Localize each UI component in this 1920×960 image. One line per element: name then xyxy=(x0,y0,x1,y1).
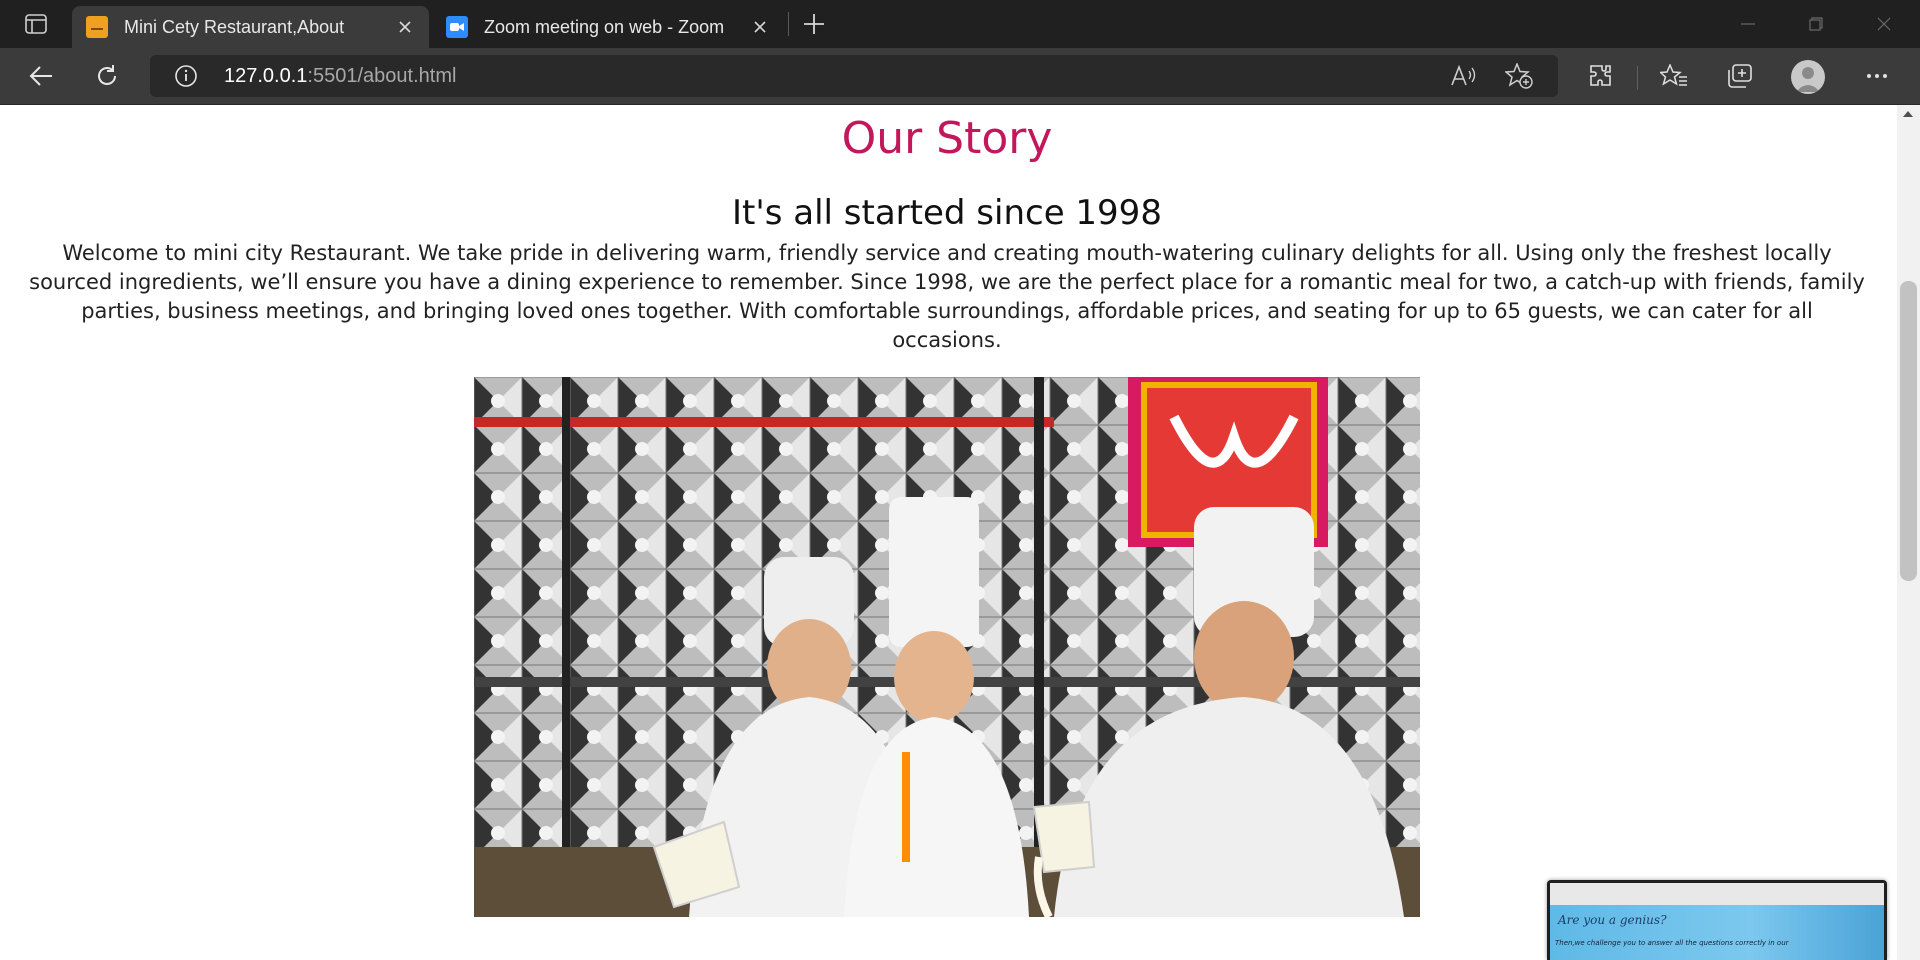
close-icon[interactable] xyxy=(746,13,774,41)
restaurant-favicon-icon xyxy=(86,16,108,38)
minimize-icon[interactable] xyxy=(1716,0,1780,48)
preview-text: Then,we challenge you to answer all the … xyxy=(1555,939,1789,947)
story-paragraph: Welcome to mini city Restaurant. We take… xyxy=(29,241,1865,352)
back-icon[interactable] xyxy=(22,58,60,94)
new-tab-icon[interactable] xyxy=(799,9,829,39)
zoom-favicon-icon xyxy=(446,16,468,38)
url-path: :5501/about.html xyxy=(307,65,457,87)
tab-title: Mini Cety Restaurant,About xyxy=(124,16,345,37)
profile-icon[interactable] xyxy=(1791,60,1825,94)
restore-icon[interactable] xyxy=(1784,0,1848,48)
url-host: 127.0.0.1 xyxy=(224,65,308,87)
preview-browser-bar xyxy=(1550,883,1884,905)
close-icon[interactable] xyxy=(391,13,419,41)
page-viewport: Our Story It's all started since 1998 We… xyxy=(0,105,1897,960)
tab-title: Zoom meeting on web - Zoom xyxy=(484,16,725,37)
tab-actions-icon[interactable] xyxy=(18,12,54,36)
window-close-icon[interactable] xyxy=(1852,0,1916,48)
page-title: Our Story xyxy=(841,113,1053,164)
more-icon[interactable] xyxy=(1858,58,1896,94)
toolbar-divider xyxy=(1637,66,1638,90)
scroll-up-icon[interactable] xyxy=(1903,111,1913,117)
add-favorite-icon[interactable] xyxy=(1502,59,1536,93)
url-text[interactable]: 127.0.0.1:5501/about.html xyxy=(224,65,456,88)
read-aloud-icon[interactable] xyxy=(1446,59,1480,93)
favorites-icon[interactable] xyxy=(1655,58,1693,94)
extensions-icon[interactable] xyxy=(1582,58,1620,94)
address-bar[interactable]: 127.0.0.1:5501/about.html xyxy=(150,55,1558,97)
info-icon[interactable] xyxy=(174,64,198,88)
scroll-thumb[interactable] xyxy=(1900,281,1917,581)
tab-zoom-meeting[interactable]: Zoom meeting on web - Zoom xyxy=(432,6,784,48)
collections-icon[interactable] xyxy=(1721,58,1759,94)
browser-toolbar: 127.0.0.1:5501/about.html xyxy=(0,48,1920,105)
refresh-icon[interactable] xyxy=(88,58,126,94)
chefs-photo xyxy=(474,377,1420,917)
page-scrollbar[interactable] xyxy=(1897,105,1920,960)
preview-content: Are you a genius? Then,we challenge you … xyxy=(1550,905,1884,960)
preview-heading: Are you a genius? xyxy=(1558,913,1667,927)
page-subtitle: It's all started since 1998 xyxy=(732,193,1162,233)
tab-mini-cety-about[interactable]: Mini Cety Restaurant,About xyxy=(72,6,429,48)
window-preview[interactable]: Are you a genius? Then,we challenge you … xyxy=(1547,880,1887,960)
tab-strip: Mini Cety Restaurant,About Zoom meeting … xyxy=(0,0,1920,48)
tab-separator xyxy=(788,12,789,36)
